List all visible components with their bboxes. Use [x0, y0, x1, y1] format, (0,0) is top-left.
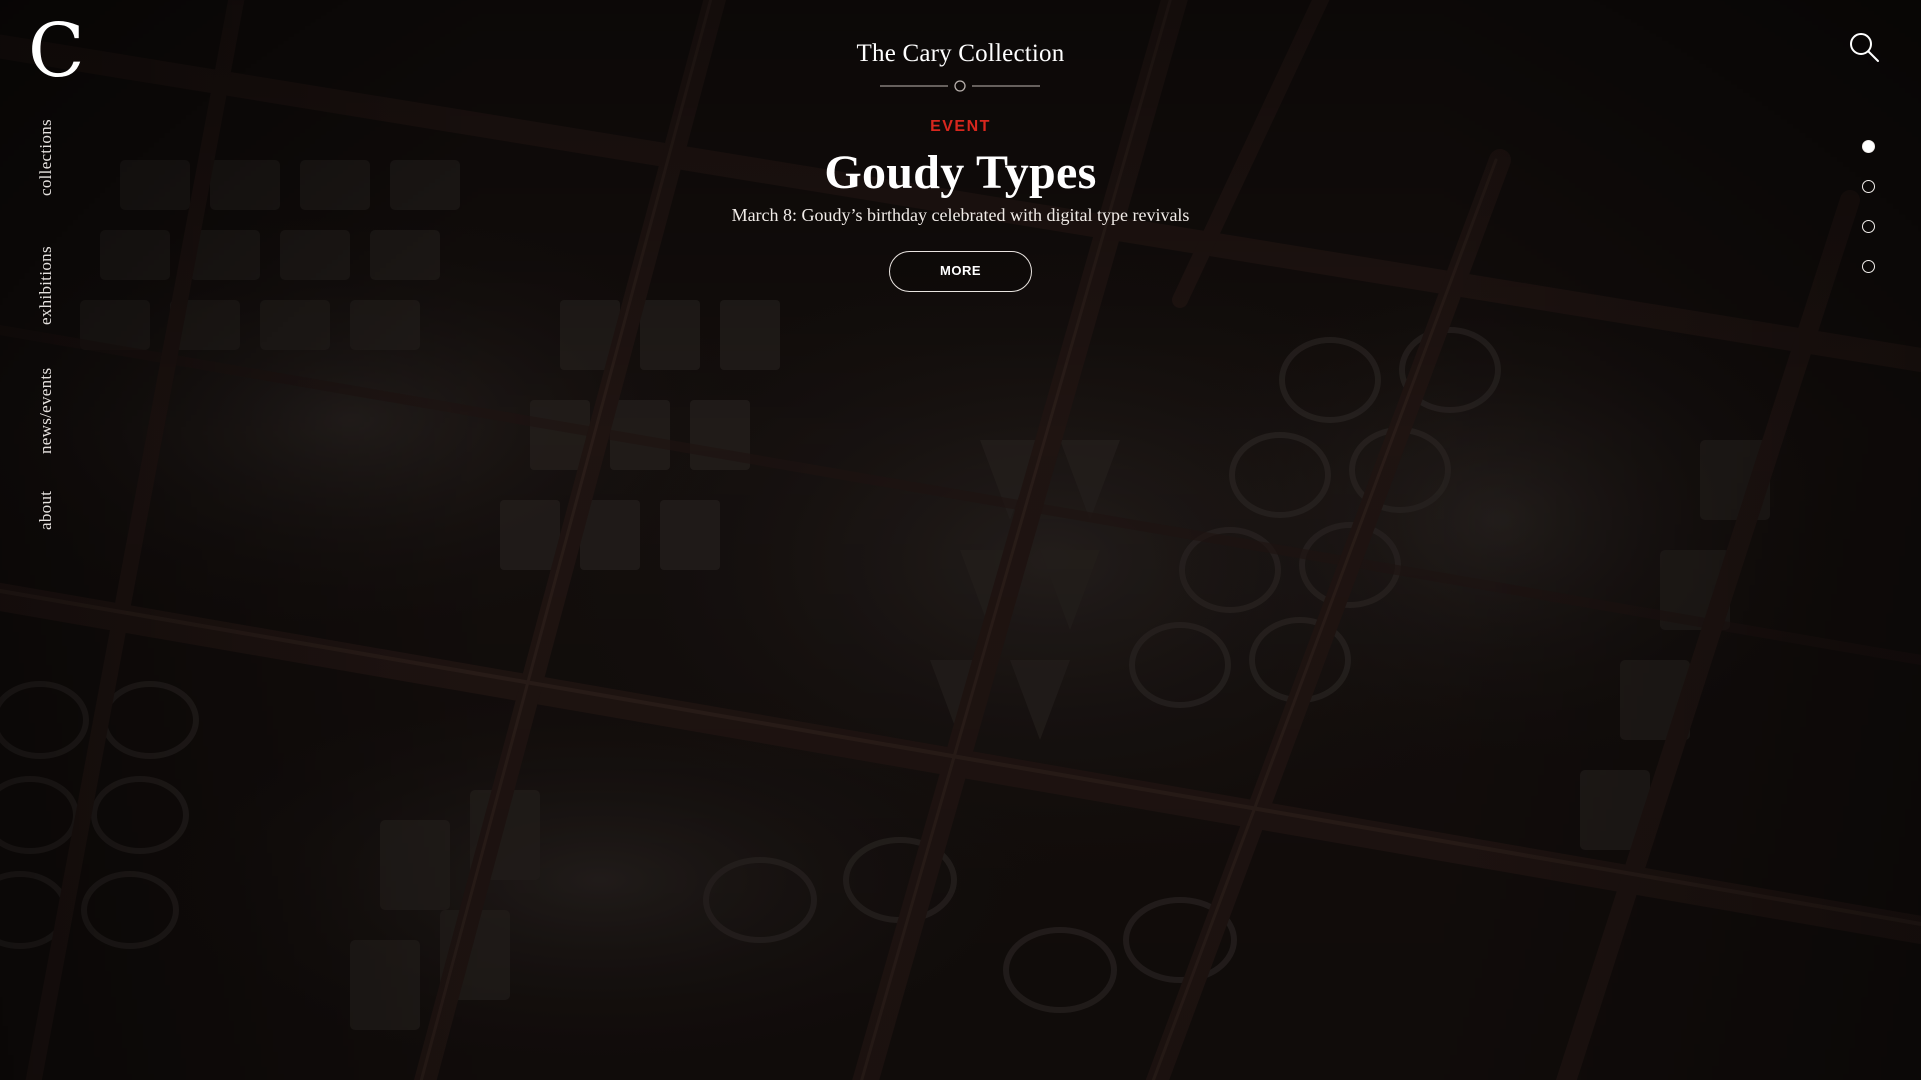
slide-dot-2[interactable] — [1862, 180, 1875, 193]
hero-description: March 8: Goudy’s birthday celebrated wit… — [731, 205, 1190, 225]
slide-dot-3[interactable] — [1862, 220, 1875, 233]
slide-dot-1[interactable] — [1862, 140, 1875, 153]
site-title[interactable]: The Cary Collection — [0, 40, 1921, 68]
slide-dot-4[interactable] — [1862, 260, 1875, 273]
slide-pagination — [1862, 140, 1876, 280]
hero-title: Goudy Types — [824, 146, 1097, 199]
more-button[interactable]: MORE — [889, 251, 1032, 292]
event-category-label: EVENT — [930, 118, 991, 135]
divider-ornament — [880, 80, 1040, 92]
nav-item-news-events[interactable]: news/events — [36, 368, 56, 454]
hero-section: EVENT Goudy Types March 8: Goudy’s birth… — [0, 118, 1921, 292]
nav-item-about[interactable]: about — [36, 491, 56, 530]
